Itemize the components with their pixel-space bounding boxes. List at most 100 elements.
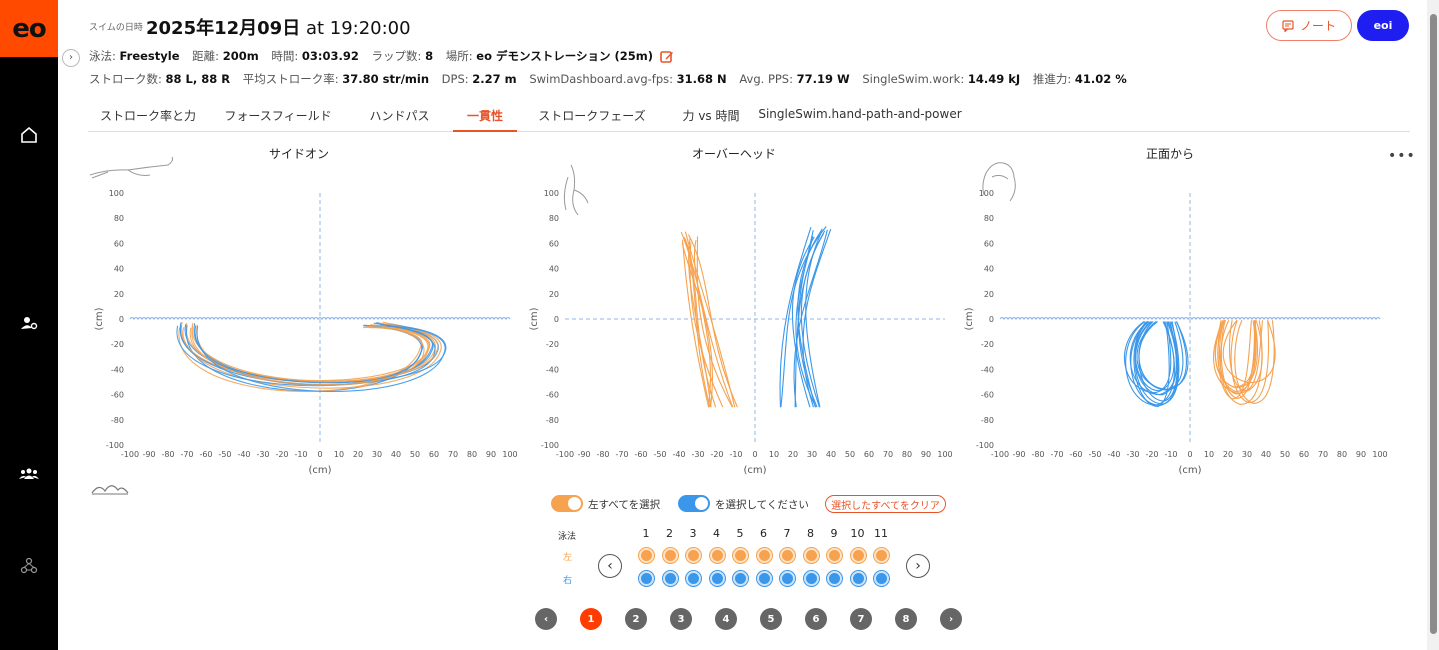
tab-bar: ストローク率と力 フォースフィールド ハンドパス 一貫性 ストロークフェーズ 力…	[88, 98, 1410, 132]
lap-left-toggle-10[interactable]	[850, 548, 866, 563]
x-tick-label: 40	[391, 450, 401, 459]
lap-right-toggle-10[interactable]	[850, 571, 866, 586]
page-button-7[interactable]: 7	[850, 608, 872, 630]
scroll-thumb[interactable]	[1430, 14, 1437, 634]
water-surface-line	[999, 316, 1381, 321]
lap-left-toggle-4[interactable]	[709, 548, 725, 563]
x-tick-label: -10	[294, 450, 307, 459]
logo-text: eo	[12, 13, 46, 44]
x-tick-label: 100	[502, 450, 517, 459]
y-tick-label: 20	[549, 290, 559, 299]
lap-left-toggle-1[interactable]	[639, 548, 654, 563]
x-tick-label: -50	[218, 450, 231, 459]
x-tick-label: -40	[672, 450, 685, 459]
info-avg-fps: SwimDashboard.avg-fps: 31.68 N	[529, 72, 727, 86]
logo[interactable]: eo	[0, 0, 58, 57]
lap-right-toggle-5[interactable]	[733, 571, 748, 586]
y-tick-label: 20	[114, 290, 124, 299]
lap-left-toggle-7[interactable]	[780, 548, 795, 563]
y-tick-label: -80	[111, 416, 124, 425]
tab-stroke-phase[interactable]: ストロークフェーズ	[517, 98, 667, 132]
lap-right-toggle-3[interactable]	[686, 571, 701, 586]
lap-left-toggle-2[interactable]	[662, 548, 678, 563]
tab-force-field[interactable]: フォースフィールド	[208, 98, 348, 132]
datetime-label: スイムの日時	[89, 23, 143, 33]
user-menu-button[interactable]: eoi	[1357, 10, 1409, 41]
note-button[interactable]: ノート	[1266, 10, 1352, 41]
tab-hand-path-and-power[interactable]: SingleSwim.hand-path-and-power	[755, 98, 965, 132]
team-icon[interactable]	[19, 464, 39, 484]
page-button-1[interactable]: 1	[580, 608, 602, 630]
network-icon[interactable]	[19, 556, 39, 576]
page-next-button[interactable]: ›	[940, 608, 962, 630]
y-tick-label: 40	[549, 265, 559, 274]
x-tick-label: -80	[1031, 450, 1044, 459]
lap-right-toggle-11[interactable]	[874, 571, 889, 586]
lap-left-toggle-6[interactable]	[756, 548, 772, 563]
x-tick-label: 60	[864, 450, 874, 459]
edit-location-icon[interactable]	[659, 50, 674, 64]
page-prev-button[interactable]: ‹	[535, 608, 557, 630]
y-axis-label: (cm)	[529, 307, 540, 330]
select-all-left-toggle[interactable]	[551, 495, 583, 512]
page-button-4[interactable]: 4	[715, 608, 737, 630]
x-tick-label: 20	[353, 450, 363, 459]
y-tick-label: -60	[981, 391, 994, 400]
x-tick-label: 70	[1318, 450, 1328, 459]
lap-number-8: 8	[807, 527, 814, 540]
lap-left-toggle-8[interactable]	[803, 548, 819, 563]
page-button-8[interactable]: 8	[895, 608, 917, 630]
right-row-label: 右	[563, 576, 573, 586]
y-tick-label: -100	[976, 441, 994, 450]
tab-stroke-rate-force[interactable]: ストローク率と力	[88, 98, 208, 132]
tab-consistency[interactable]: 一貫性	[453, 98, 517, 132]
page-button-5[interactable]: 5	[760, 608, 782, 630]
y-tick-label: -60	[546, 391, 559, 400]
x-tick-label: 50	[845, 450, 855, 459]
lap-right-toggle-4[interactable]	[709, 571, 725, 586]
info-row-2: ストローク数: 88 L, 88 R 平均ストローク率: 37.80 str/m…	[89, 71, 1136, 87]
chart-overhead: 100806040200-20-40-60-80-100-100 -90 -80 -7…	[529, 189, 953, 476]
user-settings-icon[interactable]	[19, 313, 39, 333]
home-icon[interactable]	[19, 125, 39, 145]
x-tick-label: 30	[1242, 450, 1252, 459]
y-tick-label: 20	[984, 290, 994, 299]
laps-next-button[interactable]: ›	[906, 554, 930, 578]
lap-number-4: 4	[713, 527, 720, 540]
wave-graph-icon[interactable]	[91, 481, 129, 495]
x-tick-label: 100	[1372, 450, 1387, 459]
x-tick-label: -70	[180, 450, 193, 459]
x-tick-label: 10	[769, 450, 779, 459]
x-tick-label: -30	[1126, 450, 1139, 459]
page-button-2[interactable]: 2	[625, 608, 647, 630]
y-tick-label: 60	[984, 239, 994, 248]
lap-right-toggle-7[interactable]	[780, 571, 795, 586]
lap-right-toggle-1[interactable]	[639, 571, 654, 586]
stroke-row-label: 泳法	[558, 532, 577, 542]
select-right-label: を選択してください	[715, 499, 809, 511]
y-tick-label: 60	[549, 239, 559, 248]
lap-left-toggle-11[interactable]	[874, 548, 889, 563]
lap-right-toggle-8[interactable]	[803, 571, 819, 586]
x-tick-label: -30	[691, 450, 704, 459]
clear-selection-button[interactable]: 選択したすべてをクリア	[825, 495, 946, 513]
lap-right-toggle-9[interactable]	[827, 571, 842, 586]
select-right-toggle[interactable]	[678, 495, 710, 512]
x-tick-label: 50	[1280, 450, 1290, 459]
sidebar-expand-button[interactable]: ›	[62, 49, 80, 67]
tab-hand-path[interactable]: ハンドパス	[348, 98, 451, 132]
tab-force-vs-time[interactable]: 力 vs 時間	[667, 98, 755, 132]
page-button-6[interactable]: 6	[805, 608, 827, 630]
x-tick-label: 30	[372, 450, 382, 459]
lap-left-toggle-5[interactable]	[733, 548, 748, 563]
vertical-scrollbar[interactable]	[1427, 0, 1439, 650]
laps-prev-button[interactable]: ‹	[598, 554, 622, 578]
lap-number-1: 1	[642, 527, 650, 540]
page-button-3[interactable]: 3	[670, 608, 692, 630]
lap-left-toggle-9[interactable]	[827, 548, 842, 563]
lap-right-toggle-6[interactable]	[756, 571, 772, 586]
lap-right-toggle-2[interactable]	[662, 571, 678, 586]
x-tick-label: 60	[429, 450, 439, 459]
info-avg-stroke-rate: 平均ストローク率: 37.80 str/min	[242, 72, 430, 86]
lap-left-toggle-3[interactable]	[686, 548, 701, 563]
